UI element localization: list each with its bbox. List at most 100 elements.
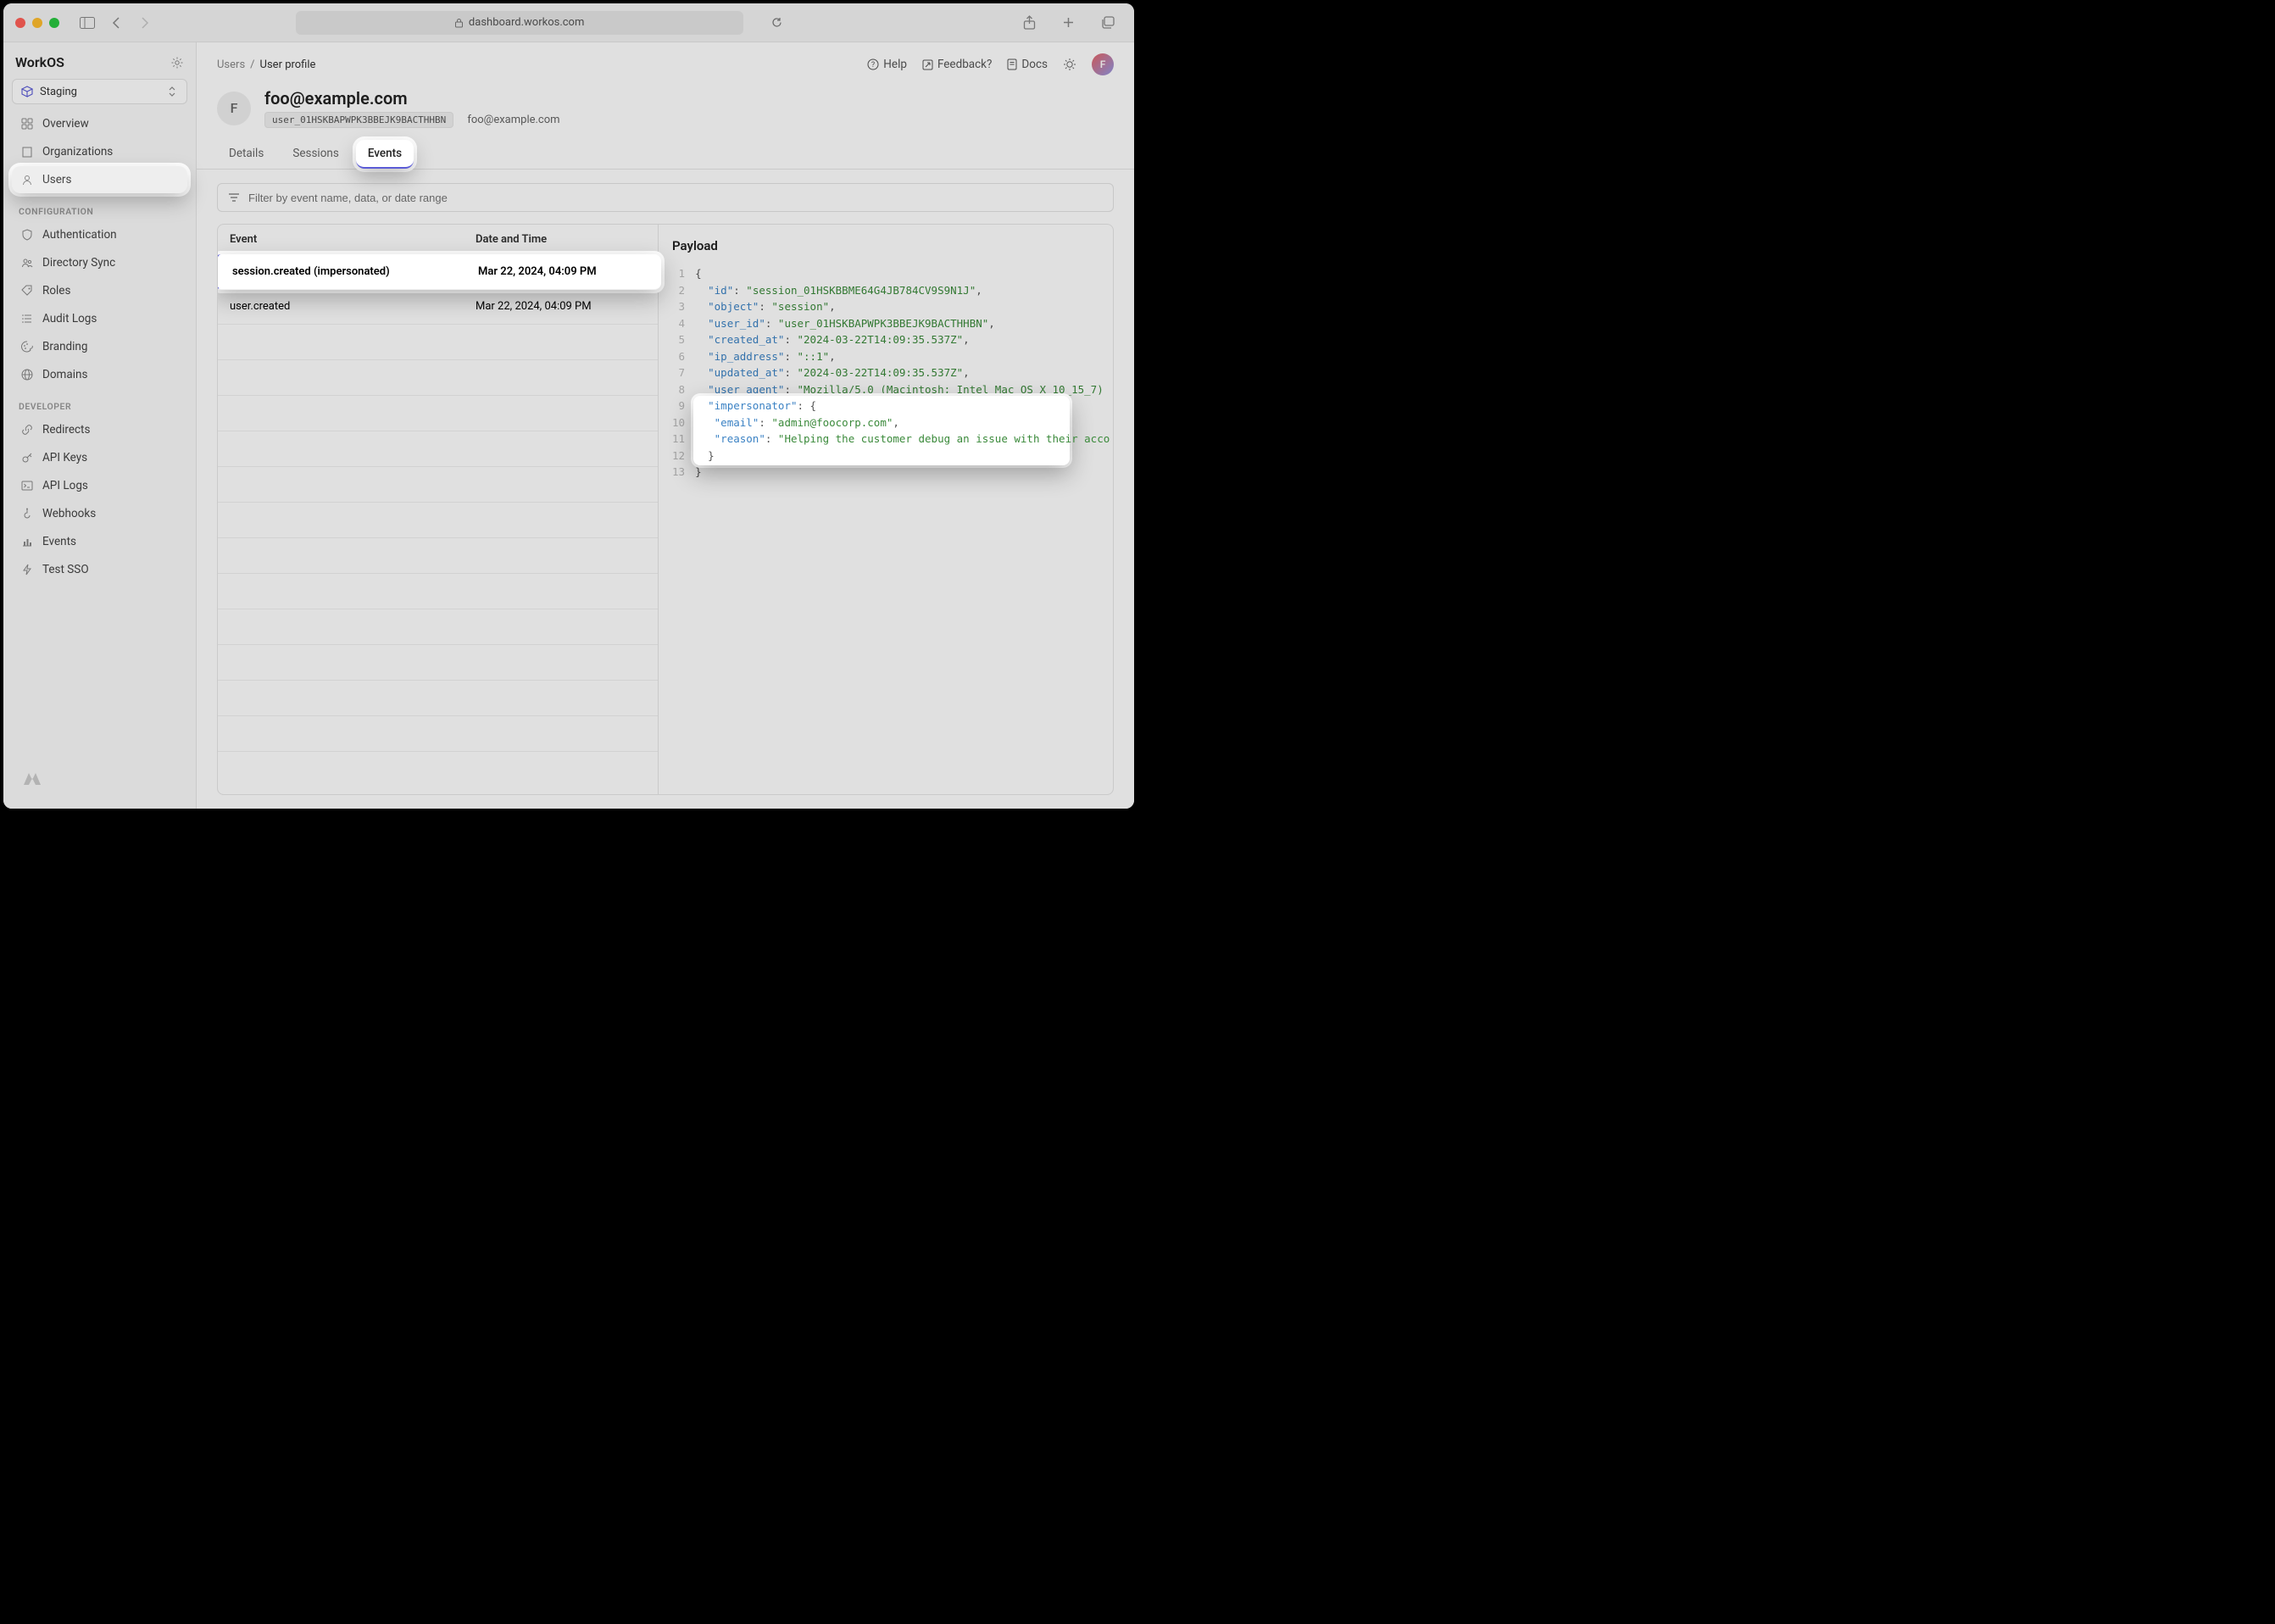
chart-icon [20, 536, 34, 548]
docs-link[interactable]: Docs [1007, 58, 1048, 71]
events-table: Event Date and Time session.created (imp… [218, 225, 659, 794]
link-icon [20, 424, 34, 436]
close-window-button[interactable] [15, 18, 25, 28]
environment-selector[interactable]: Staging [12, 79, 187, 104]
sidebar-item-label: Users [42, 173, 71, 186]
event-date: Mar 22, 2024, 04:09 PM [478, 265, 646, 278]
back-button[interactable] [107, 14, 125, 32]
table-row-empty [218, 325, 658, 360]
tab-details[interactable]: Details [217, 140, 275, 169]
user-email: foo@example.com [467, 114, 559, 126]
filter-bar[interactable] [217, 183, 1114, 212]
code-line: } [695, 448, 1113, 464]
user-avatar-large: F [217, 92, 251, 125]
url-bar[interactable]: dashboard.workos.com [296, 11, 743, 35]
sidebar-item-label: API Logs [42, 479, 88, 492]
feedback-link[interactable]: Feedback? [922, 58, 992, 71]
sidebar-item-redirects[interactable]: Redirects [12, 416, 187, 443]
sidebar-footer-logo [12, 758, 187, 798]
sidebar-item-authentication[interactable]: Authentication [12, 221, 187, 248]
reload-icon[interactable] [771, 17, 782, 28]
filter-input[interactable] [248, 192, 1103, 204]
theme-toggle-icon[interactable] [1063, 58, 1076, 71]
sidebar-item-overview[interactable]: Overview [12, 110, 187, 137]
table-row-empty [218, 467, 658, 503]
col-header-date: Date and Time [476, 233, 646, 246]
sidebar-item-directory-sync[interactable]: Directory Sync [12, 249, 187, 276]
col-header-event: Event [230, 233, 476, 246]
code-line: "reason": "Helping the customer debug an… [695, 431, 1113, 448]
help-link[interactable]: ? Help [867, 58, 907, 71]
code-line: "ip_address": "::1", [695, 348, 1113, 365]
hook-icon [20, 508, 34, 520]
cube-icon [21, 86, 33, 97]
event-name: user.created [230, 300, 476, 313]
tabs-icon[interactable] [1099, 14, 1117, 32]
minimize-window-button[interactable] [32, 18, 42, 28]
sidebar-item-test-sso[interactable]: Test SSO [12, 556, 187, 583]
code-line: } [695, 464, 1113, 481]
code-line: "updated_at": "2024-03-22T14:09:35.537Z"… [695, 364, 1113, 381]
sidebar-item-label: Redirects [42, 423, 90, 437]
breadcrumb-leaf: User profile [260, 58, 316, 71]
sidebar-item-label: API Keys [42, 451, 87, 464]
settings-gear-icon[interactable] [170, 56, 184, 70]
sidebar-item-label: Directory Sync [42, 256, 115, 270]
sidebar-item-api-logs[interactable]: API Logs [12, 472, 187, 499]
event-row[interactable]: session.created (impersonated)Mar 22, 20… [217, 254, 661, 290]
terminal-icon [20, 480, 34, 492]
code-line: "email": "admin@foocorp.com", [695, 414, 1113, 431]
event-row[interactable]: user.createdMar 22, 2024, 04:09 PM [218, 289, 658, 325]
globe-icon [20, 369, 34, 381]
sidebar-item-organizations[interactable]: Organizations [12, 138, 187, 165]
sidebar-item-label: Organizations [42, 145, 113, 159]
new-tab-icon[interactable] [1060, 14, 1078, 32]
sidebar-item-roles[interactable]: Roles [12, 277, 187, 304]
table-row-empty [218, 609, 658, 645]
tab-events[interactable]: Events [356, 140, 414, 169]
window-controls [15, 18, 59, 28]
sidebar-item-api-keys[interactable]: API Keys [12, 444, 187, 471]
user-title: foo@example.com [264, 88, 560, 108]
sidebar-item-branding[interactable]: Branding [12, 333, 187, 360]
event-date: Mar 22, 2024, 04:09 PM [476, 300, 646, 313]
sidebar-item-label: Audit Logs [42, 312, 97, 325]
people-icon [20, 257, 34, 269]
user-id-pill[interactable]: user_01HSKBAPWPK3BBEJK9BACTHHBN [264, 112, 453, 128]
sidebar-item-label: Events [42, 535, 76, 548]
bolt-icon [20, 564, 34, 576]
code-line: "user_agent": "Mozilla/5.0 (Macintosh; I… [695, 381, 1113, 398]
maximize-window-button[interactable] [49, 18, 59, 28]
paint-icon [20, 341, 34, 353]
user-icon [20, 174, 34, 186]
sidebar-item-label: Authentication [42, 228, 117, 242]
tab-sessions[interactable]: Sessions [281, 140, 351, 169]
forward-button[interactable] [136, 14, 154, 32]
sidebar-item-domains[interactable]: Domains [12, 361, 187, 388]
table-row-empty [218, 360, 658, 396]
sidebar-item-label: Roles [42, 284, 70, 298]
sidebar-item-webhooks[interactable]: Webhooks [12, 500, 187, 527]
sidebar-item-events[interactable]: Events [12, 528, 187, 555]
tag-icon [20, 285, 34, 297]
table-row-empty [218, 396, 658, 431]
user-header: F foo@example.com user_01HSKBAPWPK3BBEJK… [197, 78, 1134, 128]
sidebar-item-audit-logs[interactable]: Audit Logs [12, 305, 187, 332]
sidebar: WorkOS Staging OverviewOrganizationsUser… [3, 42, 197, 809]
breadcrumb-root[interactable]: Users [217, 58, 245, 71]
sidebar-toggle-icon[interactable] [78, 14, 97, 32]
shield-icon [20, 229, 34, 241]
browser-titlebar: dashboard.workos.com [3, 3, 1134, 42]
building-icon [20, 146, 34, 158]
code-line: "user_id": "user_01HSKBAPWPK3BBEJK9BACTH… [695, 315, 1113, 332]
lock-icon [454, 18, 464, 28]
user-avatar[interactable]: F [1092, 53, 1114, 75]
code-line: "impersonator": { [695, 398, 1113, 414]
share-icon[interactable] [1021, 14, 1039, 32]
sidebar-item-label: Test SSO [42, 563, 89, 576]
code-line: { [695, 265, 1113, 282]
filter-icon [228, 192, 240, 203]
sidebar-item-users[interactable]: Users [12, 166, 187, 193]
table-row-empty [218, 681, 658, 716]
svg-text:?: ? [871, 61, 875, 70]
